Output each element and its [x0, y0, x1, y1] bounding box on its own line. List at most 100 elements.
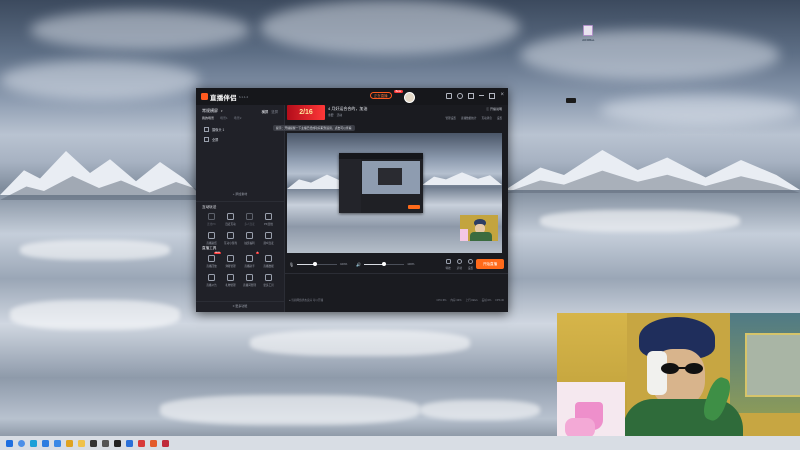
scene-mode-dropdown[interactable]: 常规横屏 — [202, 108, 218, 114]
action-item[interactable]: 设置 — [497, 116, 502, 120]
notice-icon — [208, 274, 215, 281]
microphone-icon[interactable]: 🎙 — [289, 262, 294, 267]
top-right-actions: 管理设置 直播数据统计 互动消息 设置 — [446, 116, 503, 120]
status-pill[interactable]: 正在直播 — [370, 92, 392, 99]
camera-overlay[interactable] — [460, 215, 498, 241]
tool-item[interactable]: 多人连麦 — [240, 213, 259, 226]
banner-tag: 重要 — [328, 113, 334, 117]
app-name: 直播伴侣 — [210, 94, 237, 102]
start-live-button[interactable]: 开始直播 — [476, 259, 504, 269]
tool-item[interactable]: 连麦互动 — [221, 213, 240, 226]
sunglasses — [661, 363, 707, 374]
search-icon[interactable] — [18, 439, 25, 447]
mic-volume-slider[interactable] — [297, 262, 338, 266]
tool-item[interactable]: 弹幕管理 — [221, 255, 240, 268]
source-item[interactable]: 全屏 — [204, 137, 224, 142]
tool-item[interactable]: 直播贴纸 — [202, 232, 221, 245]
edge-icon[interactable] — [30, 439, 37, 447]
comment-icon — [227, 255, 234, 262]
terminal-icon[interactable] — [114, 439, 121, 447]
stat-item: FPS:30 — [495, 298, 504, 302]
tool-item[interactable]: NEW 直播回放 — [202, 252, 221, 268]
banner-title[interactable]: 4 月好运合合的，加油 — [328, 106, 367, 112]
settings-icon[interactable] — [102, 439, 109, 447]
speaker-volume-slider[interactable] — [364, 262, 405, 266]
user-avatar[interactable] — [404, 92, 415, 103]
app1-icon[interactable] — [126, 439, 133, 447]
tool-item[interactable]: 直播公告 — [202, 274, 221, 287]
mail-icon[interactable] — [54, 439, 61, 447]
speaker-icon[interactable]: 🔊 — [356, 262, 361, 267]
network-status: ● 当前网络状态良好 可以开播 — [289, 299, 324, 302]
action-item[interactable]: 互动消息 — [481, 116, 491, 120]
broadcast-guide-link[interactable]: ⓘ 开播说明 — [486, 107, 502, 111]
live-tools: NEW 直播回放 弹幕管理 2 直播助手 直播数据 直播公告 礼物管理 直播间管理 … — [196, 252, 284, 287]
app-version: 6.1.1.4 — [238, 94, 248, 99]
close-icon[interactable]: × — [500, 92, 504, 99]
effects-icon — [445, 258, 451, 264]
tool-item[interactable]: 连线PK — [202, 213, 221, 226]
action-item[interactable]: 管理设置 — [446, 116, 456, 120]
folder-icon[interactable] — [78, 439, 85, 447]
tool-item[interactable]: 观众连麦 — [259, 232, 278, 245]
tab-landscape[interactable]: 横屏 — [261, 109, 268, 114]
tool-item[interactable]: 礼物管理 — [221, 274, 240, 287]
tool-item[interactable]: 直播数据 — [259, 255, 278, 268]
banner-date: 2/16 — [299, 109, 313, 116]
desktop-widget[interactable] — [566, 98, 576, 103]
effects-button[interactable]: 特效 — [445, 258, 451, 270]
settings-button[interactable]: 设置 — [468, 258, 473, 270]
desktop-shortcut[interactable]: dzFRBaL — [582, 25, 595, 42]
tool-item[interactable]: PK连线 — [259, 213, 278, 226]
app3-icon[interactable] — [150, 439, 157, 447]
count-badge: 2 — [255, 252, 259, 254]
lottery-icon — [246, 232, 253, 239]
maximize-icon[interactable] — [489, 93, 496, 99]
streaming-app-window: 直播伴侣 6.1.1.4 正在直播 Beta × 常规横屏 ▾ 横屏 竖屏 我的… — [196, 88, 508, 312]
event-banner-image[interactable]: 2/16 — [287, 105, 325, 120]
more-functions-button[interactable]: ≡ 更多功能 — [196, 304, 284, 308]
scene-subtab-2[interactable]: 场景2 — [234, 116, 242, 120]
new-badge: NEW — [213, 252, 221, 254]
record-button[interactable]: 录制 — [457, 258, 462, 270]
mic-link-icon — [227, 213, 234, 220]
replay-icon — [208, 255, 215, 262]
source-item[interactable]: 摄像头 1 — [204, 127, 224, 132]
gift-icon[interactable] — [446, 93, 453, 99]
scene-subtab-mine[interactable]: 我的场景 — [202, 116, 214, 120]
store-icon[interactable] — [42, 439, 49, 447]
stream-preview[interactable] — [287, 133, 502, 253]
monitor-icon — [204, 137, 209, 142]
tool-item[interactable]: 互动小游戏 — [221, 232, 240, 245]
tool-item[interactable]: 更多工具 — [259, 274, 278, 287]
status-bar: ● 当前网络状态良好 可以开播 CPU:6% 内存:33% 上行:0kb/s 丢… — [289, 298, 504, 303]
add-source-button[interactable]: + 添加素材 — [196, 192, 284, 196]
game-icon — [227, 232, 234, 239]
multi-mic-icon — [246, 213, 253, 220]
tool-item[interactable]: 2 直播助手 — [240, 252, 259, 268]
scene-subtab-1[interactable]: 场景1 — [220, 116, 228, 120]
speaker-volume-knob[interactable] — [382, 262, 387, 266]
sticker-icon — [208, 232, 215, 239]
app4-icon[interactable] — [162, 439, 169, 447]
beta-badge: Beta — [393, 90, 403, 93]
interactive-tools: 连线PK 连麦互动 多人连麦 PK连线 直播贴纸 互动小游戏 抽奖福利 观众连麦 — [196, 213, 284, 245]
tab-portrait[interactable]: 竖屏 — [271, 109, 278, 114]
app-logo-icon — [201, 93, 208, 100]
app2-icon[interactable] — [138, 439, 145, 447]
minimize-icon[interactable] — [479, 95, 485, 96]
nested-preview-window — [339, 153, 423, 213]
speaker-volume-fill — [364, 263, 385, 265]
shirt-icon[interactable] — [468, 93, 475, 99]
webcam-overlay[interactable] — [557, 313, 800, 450]
tool-item[interactable]: 直播间管理 — [240, 274, 259, 287]
media-icon[interactable] — [90, 439, 97, 447]
start-icon[interactable] — [6, 439, 13, 447]
chrome-icon[interactable] — [66, 439, 73, 447]
stat-item: 上行:0kb/s — [465, 299, 478, 302]
mic-volume-knob[interactable] — [313, 262, 318, 266]
tool-item[interactable]: 抽奖福利 — [240, 232, 259, 245]
action-item[interactable]: 直播数据统计 — [461, 116, 477, 120]
pk-icon — [265, 213, 272, 220]
bell-icon[interactable] — [457, 93, 464, 99]
